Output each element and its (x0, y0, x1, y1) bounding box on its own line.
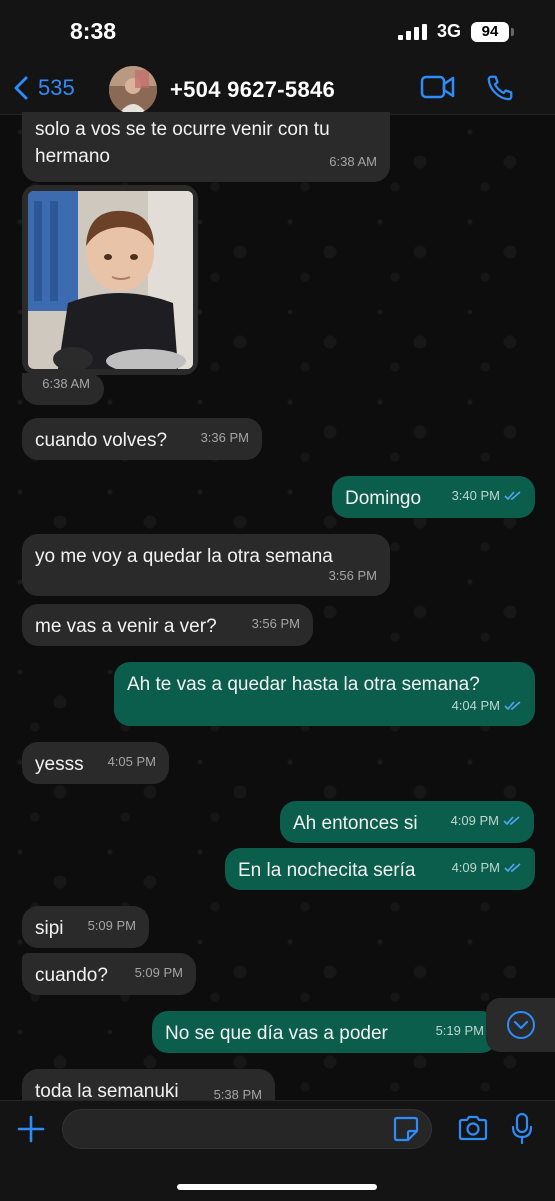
message-bubble[interactable]: Ah entonces si 4:09 PM (280, 801, 534, 843)
video-call-icon[interactable] (420, 74, 456, 100)
photo-message[interactable] (22, 185, 198, 375)
message-bubble[interactable]: me vas a venir a ver? 3:56 PM (22, 604, 313, 646)
message-bubble[interactable]: cuando volves? 3:36 PM (22, 418, 262, 460)
unread-chats-count: 535 (38, 75, 75, 100)
scroll-to-bottom-button[interactable] (486, 998, 555, 1052)
read-receipt-icon (504, 491, 521, 501)
photo-image (28, 191, 193, 369)
message-time: 4:04 PM (452, 692, 522, 719)
message-bubble[interactable]: Domingo 3:40 PM (332, 476, 535, 518)
message-time: 5:19 PM (435, 1023, 484, 1038)
battery-indicator: 94 (471, 22, 509, 42)
sticker-icon[interactable] (393, 1116, 419, 1142)
message-bubble[interactable]: No se que día vas a poder 5:19 PM (152, 1011, 497, 1053)
battery-tip (511, 28, 514, 36)
message-bubble[interactable]: cuando? 5:09 PM (22, 953, 196, 995)
message-time: 4:09 PM (452, 854, 522, 881)
message-time: 3:36 PM (200, 430, 249, 445)
home-indicator (177, 1184, 377, 1190)
message-bubble[interactable]: yesss 4:05 PM (22, 742, 169, 784)
message-bubble[interactable]: Ah te vas a quedar hasta la otra semana?… (114, 662, 535, 726)
message-bubble[interactable]: solo a vos se te ocurre venir con tu her… (22, 112, 390, 182)
network-type: 3G (437, 21, 462, 41)
message-time: 3:40 PM (452, 482, 522, 509)
camera-icon[interactable] (457, 1115, 489, 1141)
message-input[interactable] (62, 1109, 432, 1149)
message-bubble[interactable]: yo me voy a quedar la otra semana 3:56 P… (22, 534, 390, 596)
message-time: 4:05 PM (107, 754, 156, 769)
microphone-icon[interactable] (511, 1113, 533, 1145)
message-time: 5:38 PM (213, 1087, 262, 1100)
read-receipt-icon (504, 863, 521, 873)
chevron-left-icon (14, 76, 28, 100)
chat-header: 535 +504 9627-5846 (0, 62, 555, 115)
message-bubble[interactable]: En la nochecita sería 4:09 PM (225, 848, 535, 890)
message-time: 3:56 PM (328, 568, 377, 583)
message-time: 5:09 PM (134, 965, 183, 980)
contact-avatar[interactable] (109, 66, 157, 114)
message-time: 6:38 AM (42, 376, 90, 391)
message-text: yo me voy a quedar la otra semana (35, 546, 333, 567)
message-bubble[interactable]: sipi 5:09 PM (22, 906, 149, 948)
read-receipt-icon (503, 816, 520, 826)
back-button[interactable]: 535 (14, 72, 75, 104)
message-text: solo a vos se te ocurre venir con tu her… (35, 119, 330, 167)
message-time: 4:09 PM (451, 807, 521, 834)
status-time: 8:38 (70, 18, 117, 44)
contact-name[interactable]: +504 9627-5846 (170, 77, 335, 103)
read-receipt-icon (504, 701, 521, 711)
phone-icon[interactable] (485, 73, 515, 103)
status-bar: 8:38 3G 94 (0, 0, 555, 62)
photo-time-bubble: 6:38 AM (22, 373, 104, 405)
message-bubble[interactable]: toda la semanuki 5:38 PM (22, 1069, 275, 1100)
avatar-image (109, 66, 157, 114)
message-time: 6:38 AM (329, 154, 377, 169)
message-time: 3:56 PM (251, 616, 300, 631)
message-time: 5:09 PM (87, 918, 136, 933)
signal-icon (398, 24, 427, 40)
child-photo[interactable] (28, 191, 193, 369)
plus-icon[interactable] (16, 1114, 46, 1144)
chevron-down-circle-icon (506, 1011, 535, 1039)
